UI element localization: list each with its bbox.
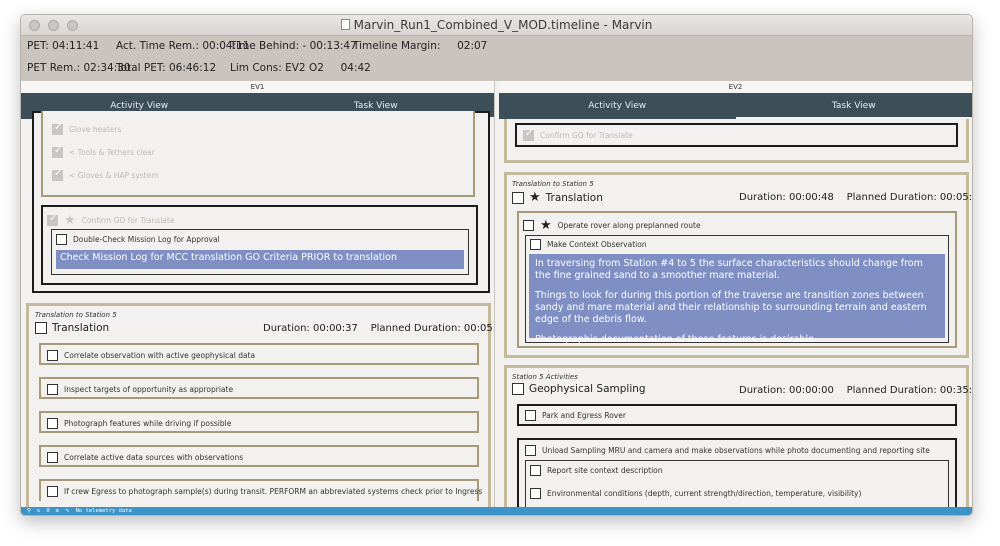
operate-rover-item[interactable]: ★ Operate rover along preplanned route [523, 218, 701, 233]
checkbox-icon[interactable] [52, 168, 63, 181]
translation-activity-card: Translation to Station 5 ★ Translation Du… [504, 172, 972, 358]
list-item[interactable]: Glove heaters [52, 122, 121, 135]
task-item[interactable]: Correlate observation with active geophy… [47, 350, 255, 361]
app-window: Marvin_Run1_Combined_V_MOD.timeline - Ma… [20, 14, 973, 516]
duration-readout: Duration: 00:00:37 Planned Duration: 00:… [263, 323, 495, 334]
timeline-margin-readout: Timeline Margin: 02:07 [353, 40, 488, 52]
task-item[interactable]: Correlate active data sources with obser… [47, 452, 243, 463]
checkbox-icon[interactable] [47, 418, 58, 429]
tab-activity-view[interactable]: Activity View [499, 93, 736, 119]
task-item[interactable]: Park and Egress Rover [525, 410, 626, 421]
confirm-go-box: Confirm GO for Translate [515, 123, 958, 147]
checkbox-icon[interactable] [52, 145, 63, 158]
checkbox-icon[interactable] [35, 322, 47, 334]
checkbox-icon[interactable] [47, 452, 58, 463]
ev2-pane: EV2 Activity View Task View Confirm GO f… [499, 81, 972, 507]
task-item[interactable]: Inspect targets of opportunity as approp… [47, 384, 233, 395]
top-checklist: Glove heaters < Tools & Tethers clear < … [41, 111, 475, 197]
checkbox-icon[interactable] [523, 220, 534, 231]
tab-task-view[interactable]: Task View [735, 93, 972, 119]
task-row[interactable]: If crew Egress to photograph sample(s) d… [39, 479, 482, 501]
checkbox-icon[interactable] [47, 384, 58, 395]
star-icon: ★ [64, 213, 76, 228]
list-icon: ≡ [55, 508, 59, 514]
checkbox-icon[interactable] [512, 383, 524, 395]
context-observation-item[interactable]: Make Context Observation [530, 239, 647, 250]
geophysical-sampling-card: Station 5 Activities Geophysical Samplin… [504, 365, 972, 507]
operate-rover-task: ★ Operate rover along preplanned route Ma… [517, 211, 957, 348]
subtask-item[interactable]: Report site context description [530, 465, 663, 476]
confirm-go-box: ★Confirm GO for Translate Double-Check M… [41, 205, 478, 285]
chart-icon: ∿ [64, 508, 70, 514]
pet-readout: PET: 04:11:41 [27, 40, 100, 52]
task-item[interactable]: Unload Sampling MRU and camera and make … [525, 445, 930, 456]
task-item[interactable]: If crew Egress to photograph sample(s) d… [47, 486, 482, 497]
status-bar: PET: 04:11:41 Act. Time Rem.: 00:04:11 T… [21, 36, 972, 81]
titlebar: Marvin_Run1_Combined_V_MOD.timeline - Ma… [21, 15, 972, 36]
checkbox-icon[interactable] [512, 191, 524, 204]
checkbox-icon[interactable] [525, 445, 536, 456]
translation-activity-card: Translation to Station 5 Translation Dur… [26, 303, 494, 507]
checkbox-icon[interactable] [530, 239, 541, 250]
sync-icon: ↻ [37, 508, 41, 514]
task-row[interactable]: Photograph features while driving if pos… [39, 411, 479, 433]
confirm-go-item[interactable]: ★Confirm GO for Translate [47, 213, 174, 228]
task-item[interactable]: Photograph features while driving if pos… [47, 418, 231, 429]
activity-title: Translation [35, 322, 109, 334]
document-icon [340, 19, 350, 30]
list-item[interactable]: < Tools & Tethers clear [52, 145, 155, 158]
subtask-box: Report site context description Environm… [525, 460, 949, 507]
checkbox-icon[interactable] [47, 350, 58, 361]
duration-readout: Duration: 00:00:00 Planned Duration: 00:… [739, 385, 972, 396]
station-label: Station 5 Activities [512, 373, 578, 381]
activity-title: ★ Translation [512, 190, 603, 205]
observation-notes: In traversing from Station #4 to 5 the s… [529, 254, 945, 345]
double-check-box: Double-Check Mission Log for Approval Ch… [51, 229, 469, 275]
list-item[interactable]: < Gloves & HAP system [52, 168, 159, 181]
checkbox-icon[interactable] [52, 122, 63, 135]
ev2-tabbar: Activity View Task View [499, 93, 972, 119]
ev2-label: EV2 [499, 81, 972, 93]
checkbox-icon[interactable] [525, 410, 536, 421]
previous-activity-box: Confirm GO for Translate [504, 119, 969, 163]
task-row[interactable]: Correlate observation with active geophy… [39, 343, 479, 365]
checkbox-icon[interactable] [530, 465, 541, 476]
total-pet-readout: Total PET: 06:46:12 [116, 62, 217, 74]
telemetry-bar: ⚲ ↻ 0 ≡ ∿ No telemetry data [21, 507, 972, 515]
double-check-item[interactable]: Double-Check Mission Log for Approval [56, 234, 220, 245]
checkbox-icon[interactable] [530, 488, 541, 499]
ev1-pane: EV1 Activity View Task View Glove heater… [21, 81, 495, 507]
check-log-note: Check Mission Log for MCC translation GO… [56, 250, 464, 269]
duration-readout: Duration: 00:00:48 Planned Duration: 00:… [739, 192, 972, 203]
lim-cons-readout: Lim Cons: EV2 O2 04:42 [230, 62, 371, 74]
station-label: Translation to Station 5 [35, 311, 117, 319]
station-label: Translation to Station 5 [512, 180, 594, 188]
star-icon: ★ [540, 218, 552, 233]
unload-task-box: Unload Sampling MRU and camera and make … [517, 438, 957, 507]
task-row[interactable]: Inspect targets of opportunity as approp… [39, 377, 479, 399]
confirm-go-item[interactable]: Confirm GO for Translate [523, 128, 633, 141]
signal-icon: ⚲ [27, 508, 32, 514]
task-row[interactable]: Park and Egress Rover [517, 404, 957, 426]
subtask-item[interactable]: Environmental conditions (depth, current… [530, 488, 861, 499]
star-icon: ★ [529, 190, 541, 205]
checkbox-icon[interactable] [523, 128, 534, 141]
task-row[interactable]: Correlate active data sources with obser… [39, 445, 479, 467]
ev1-label: EV1 [21, 81, 494, 93]
checkbox-icon[interactable] [56, 234, 67, 245]
context-observation-box: Make Context Observation In traversing f… [525, 235, 949, 345]
split-panes: EV1 Activity View Task View Glove heater… [21, 81, 972, 507]
checkbox-icon[interactable] [47, 486, 58, 497]
window-title: Marvin_Run1_Combined_V_MOD.timeline - Ma… [21, 18, 972, 32]
checkbox-icon[interactable] [47, 213, 58, 226]
activity-title: Geophysical Sampling [512, 383, 646, 395]
time-behind-readout: Time Behind: - 00:13:47 [230, 40, 357, 52]
